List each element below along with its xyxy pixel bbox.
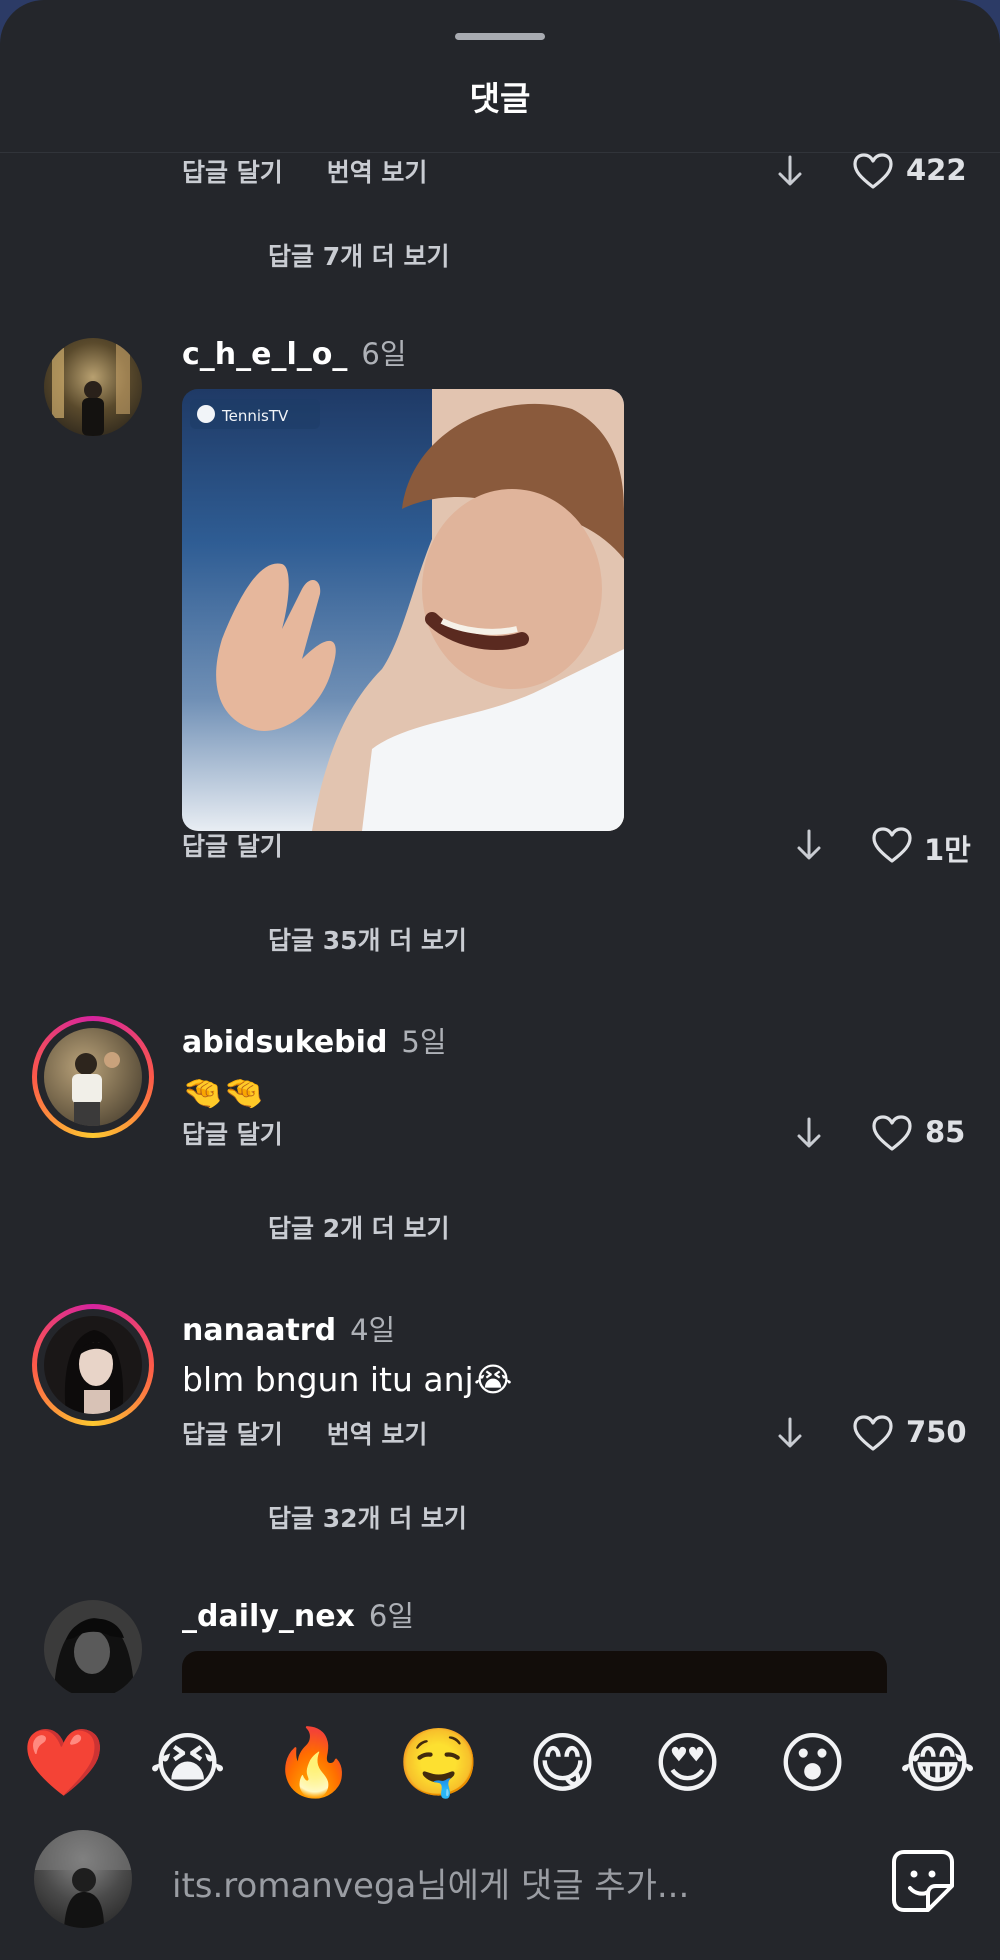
avatar[interactable] xyxy=(44,1028,142,1126)
gif-image: TennisTV xyxy=(190,389,624,831)
reply-button[interactable]: 답글 달기 xyxy=(182,827,283,863)
translate-button[interactable]: 번역 보기 xyxy=(327,153,428,189)
reply-button[interactable]: 답글 달기 xyxy=(182,1415,283,1451)
down-arrow-icon[interactable] xyxy=(794,1115,824,1151)
comment-username[interactable]: nanaatrd 4일 xyxy=(182,1307,395,1349)
view-more-replies[interactable]: 답글 2개 더 보기 xyxy=(268,1209,450,1245)
username-text[interactable]: abidsukebid xyxy=(182,1025,387,1060)
comment-actions: 답글 달기 번역 보기 xyxy=(182,153,471,191)
comment-text: 🤏🤏 xyxy=(182,1073,265,1112)
view-more-replies[interactable]: 답글 7개 더 보기 xyxy=(268,237,450,273)
avatar[interactable] xyxy=(34,1830,132,1928)
username-text[interactable]: _daily_nex xyxy=(182,1599,355,1634)
comment-username[interactable]: _daily_nex 6일 xyxy=(182,1593,414,1635)
reply-button[interactable]: 답글 달기 xyxy=(182,1115,283,1151)
reaction-heart-eyes[interactable]: 😍 xyxy=(648,1725,728,1802)
avatar-photo xyxy=(72,1052,120,1126)
reaction-heart[interactable]: ❤️ xyxy=(23,1724,105,1802)
reaction-laughing[interactable]: 😂 xyxy=(898,1725,978,1802)
story-ring[interactable] xyxy=(32,1016,154,1138)
avatar-photo xyxy=(34,1830,132,1928)
avatar[interactable] xyxy=(44,1316,142,1414)
comment-text: blm bngun itu anj😭 xyxy=(182,1360,513,1399)
translate-button[interactable]: 번역 보기 xyxy=(327,1415,428,1451)
reaction-fire[interactable]: 🔥 xyxy=(273,1724,355,1802)
avatar[interactable] xyxy=(44,1600,142,1693)
heart-outline-icon[interactable] xyxy=(871,1114,913,1152)
heart-outline-icon[interactable] xyxy=(852,153,894,190)
avatar[interactable] xyxy=(44,338,142,436)
comment-time: 4일 xyxy=(350,1313,396,1347)
gif-badge: TennisTV xyxy=(221,407,289,425)
comment-input[interactable]: its.romanvega님에게 댓글 추가... xyxy=(172,1858,689,1907)
reaction-drooling[interactable]: 🤤 xyxy=(398,1724,480,1802)
username-text[interactable]: c_h_e_l_o_ xyxy=(182,337,347,372)
page-title: 댓글 xyxy=(469,79,531,118)
comment-username[interactable]: abidsukebid 5일 xyxy=(182,1019,447,1061)
reaction-yum[interactable]: 😋 xyxy=(523,1725,603,1802)
reply-button[interactable]: 답글 달기 xyxy=(182,153,283,189)
avatar-photo xyxy=(64,1330,124,1414)
like-count: 1만 xyxy=(924,833,971,867)
reaction-surprised[interactable]: 😮 xyxy=(773,1725,853,1802)
username-text[interactable]: nanaatrd xyxy=(182,1313,336,1348)
down-arrow-icon[interactable] xyxy=(775,153,805,189)
avatar-photo xyxy=(54,1618,134,1693)
comments-sheet: 댓글 답글 달기 번역 보기 422 답글 7개 더 보기 c_h_e_l_o_… xyxy=(0,0,1000,1960)
comment-time: 5일 xyxy=(401,1025,447,1059)
heart-outline-icon[interactable] xyxy=(852,1414,894,1452)
comment-actions: 답글 달기 xyxy=(182,1113,327,1153)
quick-reactions-bar: ❤️ 😭 🔥 🤤 😋 😍 😮 😂 xyxy=(0,1693,1000,1833)
view-more-replies[interactable]: 답글 35개 더 보기 xyxy=(268,921,467,957)
comment-gif[interactable]: TennisTV xyxy=(182,389,624,831)
down-arrow-icon[interactable] xyxy=(794,827,824,863)
like-count: 750 xyxy=(906,1415,967,1449)
comment-image[interactable] xyxy=(182,1651,887,1693)
like-count: 85 xyxy=(925,1115,966,1149)
comment-username[interactable]: c_h_e_l_o_ 6일 xyxy=(182,331,407,373)
like-count: 422 xyxy=(906,153,967,187)
avatar-photo xyxy=(52,344,130,436)
heart-outline-icon[interactable] xyxy=(871,826,913,864)
down-arrow-icon[interactable] xyxy=(775,1415,805,1451)
comment-time: 6일 xyxy=(368,1599,415,1633)
drag-handle[interactable] xyxy=(455,33,545,40)
story-ring[interactable] xyxy=(32,1304,154,1426)
comment-list[interactable]: 답글 달기 번역 보기 422 답글 7개 더 보기 c_h_e_l_o_ 6일 xyxy=(0,153,1000,1693)
reaction-crying[interactable]: 😭 xyxy=(148,1725,228,1802)
comment-actions: 답글 달기 xyxy=(182,825,327,865)
sticker-icon[interactable] xyxy=(890,1848,956,1914)
comment-actions: 답글 달기 번역 보기 xyxy=(182,1413,471,1453)
comment-time: 6일 xyxy=(361,337,407,371)
comment-composer: its.romanvega님에게 댓글 추가... xyxy=(0,1820,1000,1960)
view-more-replies[interactable]: 답글 32개 더 보기 xyxy=(268,1499,467,1535)
